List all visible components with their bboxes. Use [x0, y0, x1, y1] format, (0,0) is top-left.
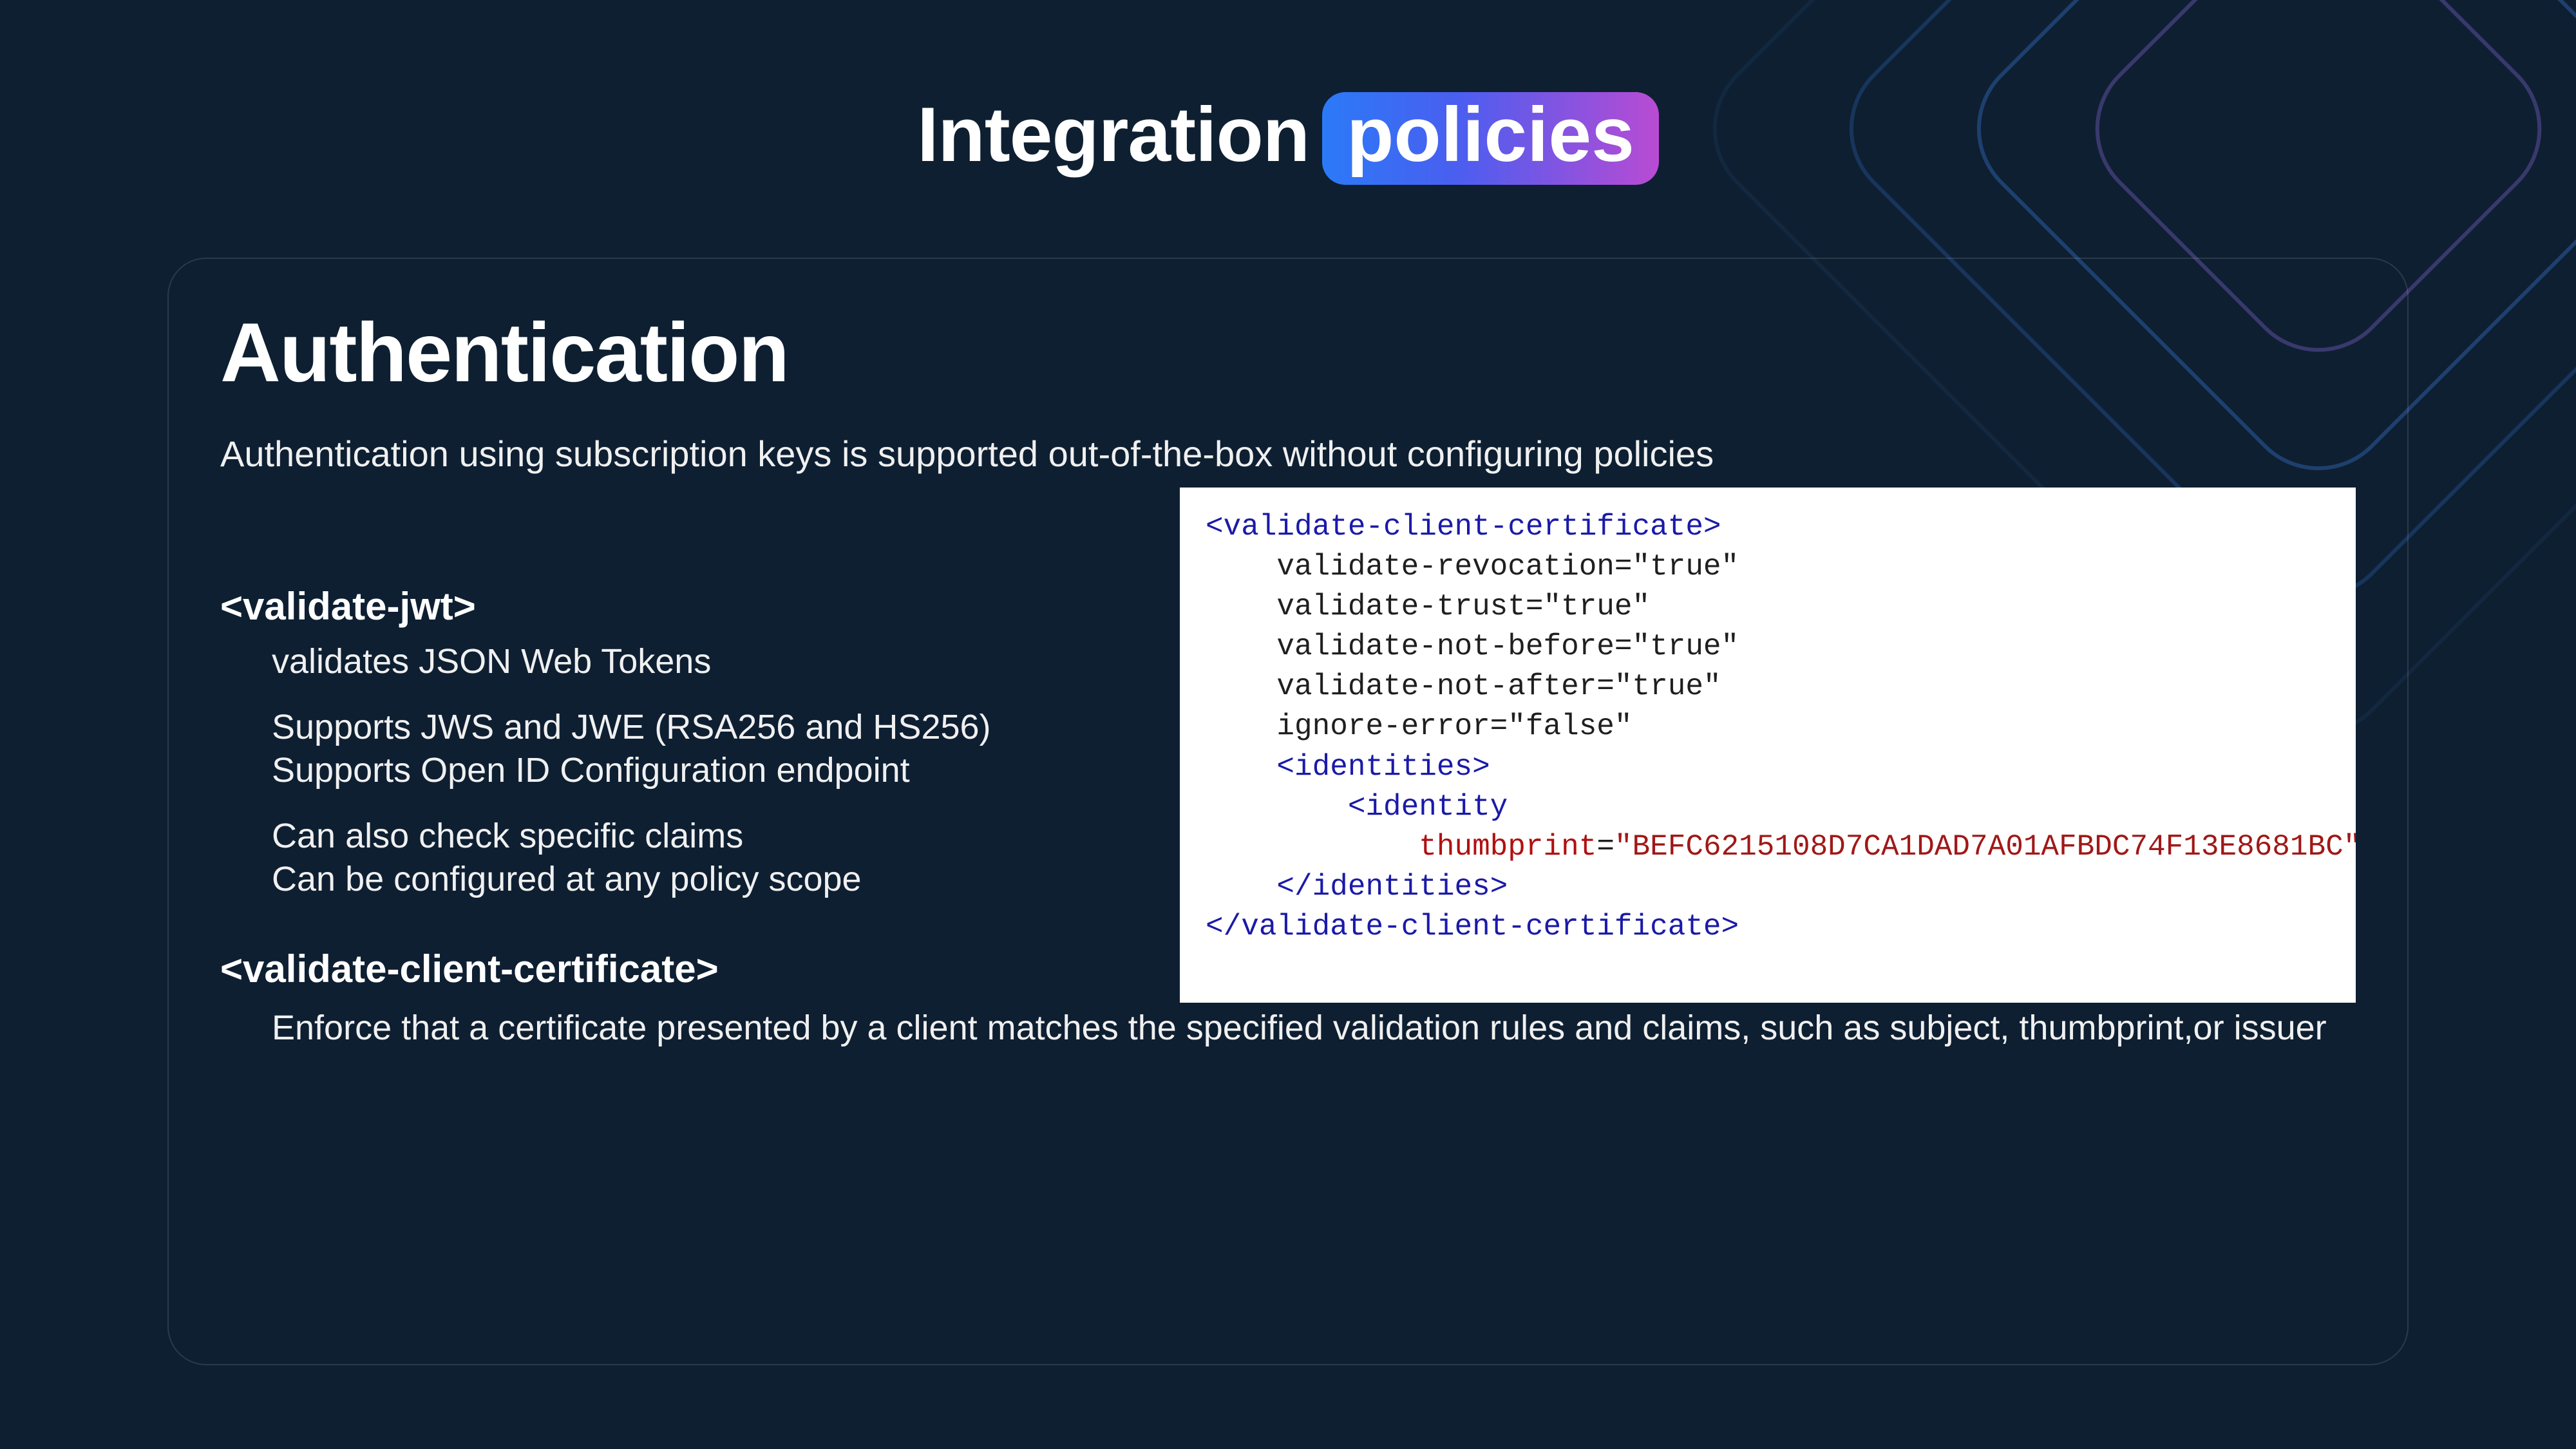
code-line-1: <validate-client-certificate>	[1206, 510, 1721, 544]
code-line-4: validate-not-before="true"	[1276, 630, 1739, 663]
section-title: Authentication	[220, 304, 2356, 401]
title-word-integration: Integration	[917, 91, 1309, 178]
validate-client-certificate-description: Enforce that a certificate presented by …	[220, 1008, 2356, 1048]
code-line-7: <identities>	[1276, 750, 1490, 784]
jwt-bullets: validates JSON Web Tokens Supports JWS a…	[220, 640, 1154, 902]
slide-title: Integrationpolicies	[0, 90, 2576, 185]
left-column: <validate-jwt> validates JSON Web Tokens…	[220, 488, 1154, 1003]
intro-text: Authentication using subscription keys i…	[220, 433, 2356, 475]
jwt-bullet-1: validates JSON Web Tokens	[272, 640, 1154, 684]
validate-client-certificate-heading: <validate-client-certificate>	[220, 947, 1154, 991]
code-line-6: ignore-error="false"	[1276, 710, 1632, 743]
jwt-bullet-2a: Supports JWS and JWE (RSA256 and HS256)	[272, 706, 1154, 750]
jwt-bullet-2b: Supports Open ID Configuration endpoint	[272, 749, 1154, 793]
jwt-bullet-3a: Can also check specific claims	[272, 815, 1154, 858]
validate-jwt-heading: <validate-jwt>	[220, 584, 1154, 629]
code-line-8: <identity	[1348, 790, 1508, 824]
content-panel: Authentication Authentication using subs…	[167, 258, 2409, 1365]
slide: Integrationpolicies Authentication Authe…	[0, 0, 2576, 1449]
title-chip-policies: policies	[1322, 92, 1659, 185]
code-val-thumbprint: "BEFC6215108D7CA1DAD7A01AFBDC74F13E8681B…	[1615, 830, 2356, 864]
code-line-10: </identities>	[1276, 870, 1508, 904]
jwt-bullet-3b: Can be configured at any policy scope	[272, 858, 1154, 902]
code-line-2: validate-revocation="true"	[1276, 550, 1739, 583]
code-line-3: validate-trust="true"	[1276, 590, 1650, 623]
code-line-11: </validate-client-certificate>	[1206, 910, 1739, 943]
code-sample: <validate-client-certificate> validate-r…	[1180, 488, 2356, 1003]
code-attr-thumbprint: thumbprint	[1419, 830, 1596, 864]
code-line-5: validate-not-after="true"	[1276, 670, 1721, 703]
